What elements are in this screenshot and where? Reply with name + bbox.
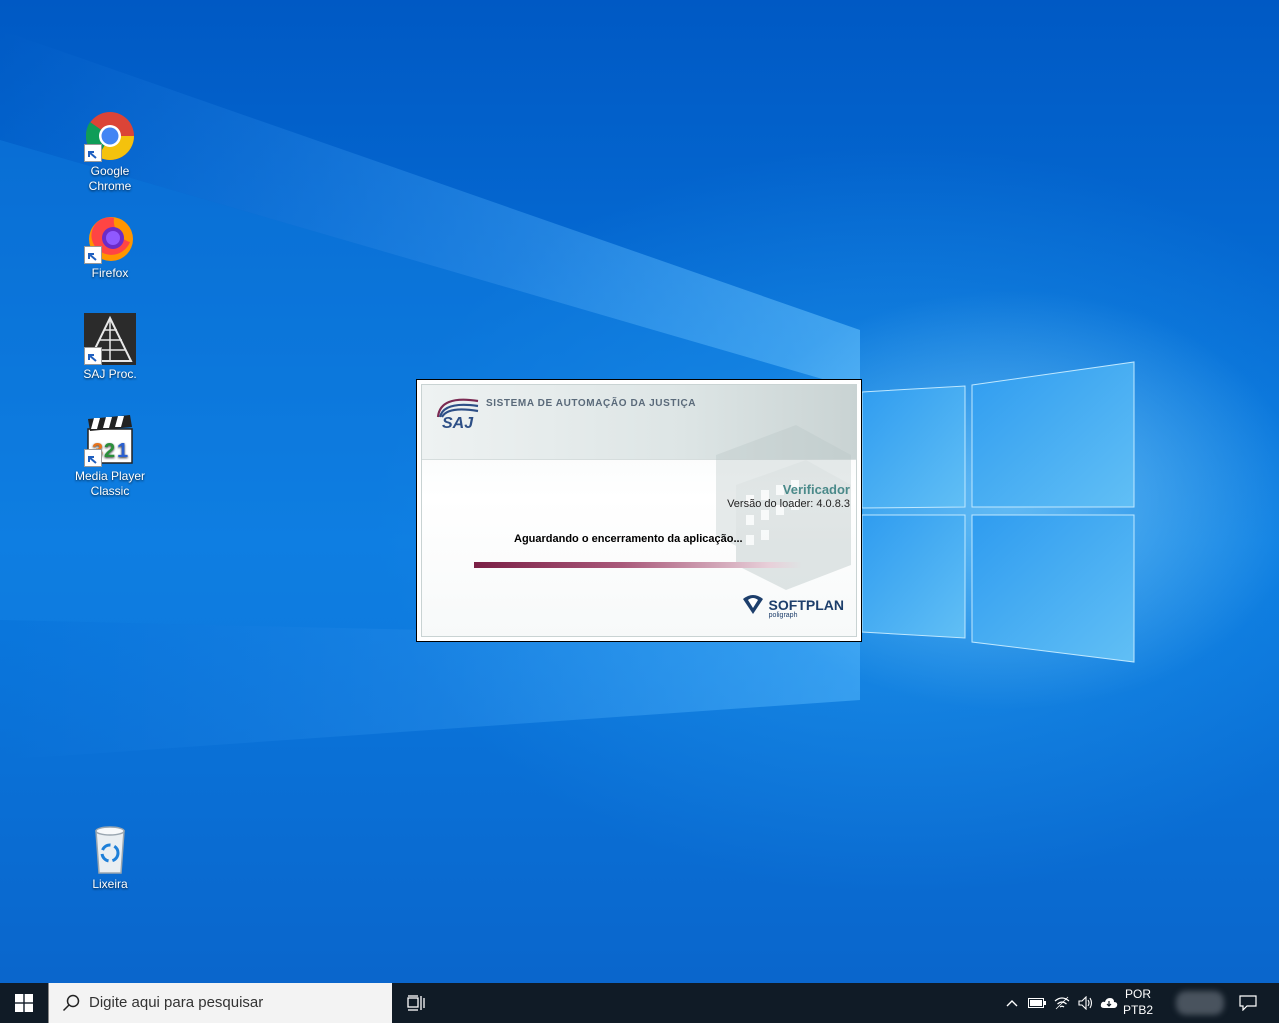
network-button[interactable] (1051, 983, 1073, 1023)
svg-text:2: 2 (104, 440, 115, 462)
task-view-icon (407, 995, 425, 1011)
media-player-classic-icon: 3 2 1 (84, 415, 136, 467)
notification-icon (1239, 995, 1257, 1011)
battery-button[interactable] (1026, 983, 1048, 1023)
desktop-icon-label: Firefox (91, 266, 129, 280)
saj-loader-dialog: SAJ SISTEMA DE AUTOMAÇÃO DA JUSTIÇA Veri… (416, 379, 862, 642)
recycle-bin-icon (84, 823, 136, 875)
progress-fill (474, 562, 802, 568)
softplan-logo-icon (742, 595, 763, 614)
system-title: SISTEMA DE AUTOMAÇÃO DA JUSTIÇA (486, 398, 697, 409)
svg-text:1: 1 (117, 440, 128, 462)
windows-logo-icon (15, 994, 33, 1012)
progress-bar (474, 562, 802, 568)
search-icon (62, 994, 80, 1012)
desktop-icon-chrome[interactable]: Google Chrome (70, 110, 150, 194)
keyboard-layout: PTB2 (1122, 1003, 1153, 1017)
verificador-title: Verificador (782, 482, 850, 497)
desktop-icon-recycle-bin[interactable]: Lixeira (70, 823, 150, 892)
desktop-icon-firefox[interactable]: Firefox (70, 212, 150, 281)
show-hidden-icons-button[interactable] (1002, 983, 1022, 1023)
onedrive-button[interactable] (1098, 983, 1120, 1023)
buildings-watermark (716, 425, 851, 590)
start-button[interactable] (0, 983, 48, 1023)
chevron-up-icon (1006, 1000, 1018, 1007)
desktop-icon-label: Chrome (88, 179, 132, 193)
clock-blurred[interactable] (1176, 991, 1224, 1015)
softplan-logo: SOFTPLAN poligraph (741, 593, 844, 619)
desktop-icon-label: Google (90, 164, 130, 178)
input-language-indicator[interactable]: POR PTB2 (1118, 986, 1158, 1018)
brand-subtitle: poligraph (768, 612, 798, 619)
language-code: POR (1124, 987, 1151, 1001)
chrome-icon (84, 110, 136, 162)
brand-name: SOFTPLAN (768, 597, 844, 613)
saj-logo-text: SAJ (442, 415, 474, 432)
desktop: Google Chrome Firefox SAJ Proc. 2 1 Medi… (0, 0, 1279, 983)
desktop-icon-label: Classic (90, 484, 130, 498)
desktop-icon-saj-proc[interactable]: SAJ Proc. (70, 313, 150, 382)
status-message: Aguardando o encerramento da aplicação..… (514, 533, 743, 545)
loader-version: Versão do loader: 4.0.8.3 (727, 498, 850, 510)
desktop-icon-label: Lixeira (92, 877, 128, 891)
saj-proc-icon (84, 313, 136, 365)
taskbar-search-box[interactable]: Digite aqui para pesquisar (48, 983, 392, 1023)
cloud-icon (1100, 998, 1118, 1008)
battery-icon (1028, 998, 1046, 1008)
desktop-icon-media-player-classic[interactable]: 3 2 1 Media Player Classic (70, 415, 150, 499)
task-view-button[interactable] (398, 983, 434, 1023)
search-placeholder: Digite aqui para pesquisar (89, 994, 264, 1011)
taskbar: Digite aqui para pesquisar POR PTB2 (0, 983, 1279, 1023)
volume-icon (1078, 996, 1093, 1010)
desktop-icon-label: Media Player (74, 469, 146, 483)
action-center-button[interactable] (1234, 983, 1262, 1023)
firefox-icon (84, 212, 136, 264)
volume-button[interactable] (1075, 983, 1097, 1023)
desktop-icon-label: SAJ Proc. (83, 367, 137, 381)
wifi-icon (1054, 996, 1070, 1010)
